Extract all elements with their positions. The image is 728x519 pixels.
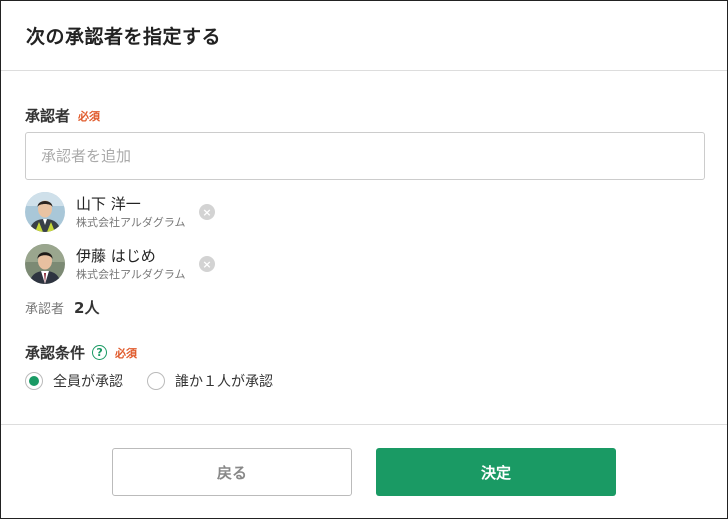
- close-circle-icon: ×: [202, 205, 212, 219]
- approver-count: 承認者 2人: [25, 297, 99, 318]
- condition-section-label: 承認条件 ? 必須: [25, 342, 137, 363]
- modal-title: 次の承認者を指定する: [26, 26, 222, 48]
- radio-button[interactable]: [25, 372, 43, 390]
- approver-name: 山下 洋一: [76, 194, 141, 213]
- approver-modal: 次の承認者を指定する 承認者 必須 山下 洋一 株式会社アルダグラム ×: [0, 0, 728, 519]
- avatar: [25, 244, 65, 284]
- radio-all-approve[interactable]: 全員が承認: [25, 371, 123, 391]
- approver-company: 株式会社アルダグラム: [76, 215, 186, 229]
- approver-item: 山下 洋一 株式会社アルダグラム ×: [25, 192, 215, 232]
- condition-radio-group: 全員が承認 誰か１人が承認: [25, 371, 273, 391]
- modal-footer: 戻る 決定: [1, 424, 727, 518]
- radio-label: 全員が承認: [53, 374, 123, 390]
- remove-approver-button[interactable]: ×: [199, 256, 215, 272]
- add-approver-input[interactable]: [25, 132, 705, 180]
- approver-count-value: 2人: [74, 299, 100, 317]
- approver-company: 株式会社アルダグラム: [76, 267, 186, 281]
- radio-dot: [29, 376, 39, 386]
- modal-header: 次の承認者を指定する: [1, 1, 727, 71]
- radio-any-approve[interactable]: 誰か１人が承認: [147, 371, 273, 391]
- approvers-label: 承認者: [25, 107, 71, 125]
- question-circle-icon[interactable]: ?: [92, 345, 108, 360]
- approver-info: 山下 洋一 株式会社アルダグラム: [76, 194, 198, 231]
- confirm-button[interactable]: 決定: [376, 448, 616, 496]
- back-button[interactable]: 戻る: [112, 448, 352, 496]
- radio-label: 誰か１人が承認: [175, 374, 273, 390]
- approver-info: 伊藤 はじめ 株式会社アルダグラム: [76, 246, 198, 283]
- approver-item: 伊藤 はじめ 株式会社アルダグラム ×: [25, 244, 215, 284]
- condition-label: 承認条件: [25, 344, 86, 362]
- avatar: [25, 192, 65, 232]
- approvers-section-label: 承認者 必須: [25, 105, 100, 126]
- radio-button[interactable]: [147, 372, 165, 390]
- approver-name: 伊藤 はじめ: [76, 246, 156, 265]
- close-circle-icon: ×: [202, 257, 212, 271]
- required-badge: 必須: [78, 109, 101, 123]
- required-badge: 必須: [115, 346, 138, 360]
- remove-approver-button[interactable]: ×: [199, 204, 215, 220]
- approver-count-label: 承認者: [25, 302, 65, 317]
